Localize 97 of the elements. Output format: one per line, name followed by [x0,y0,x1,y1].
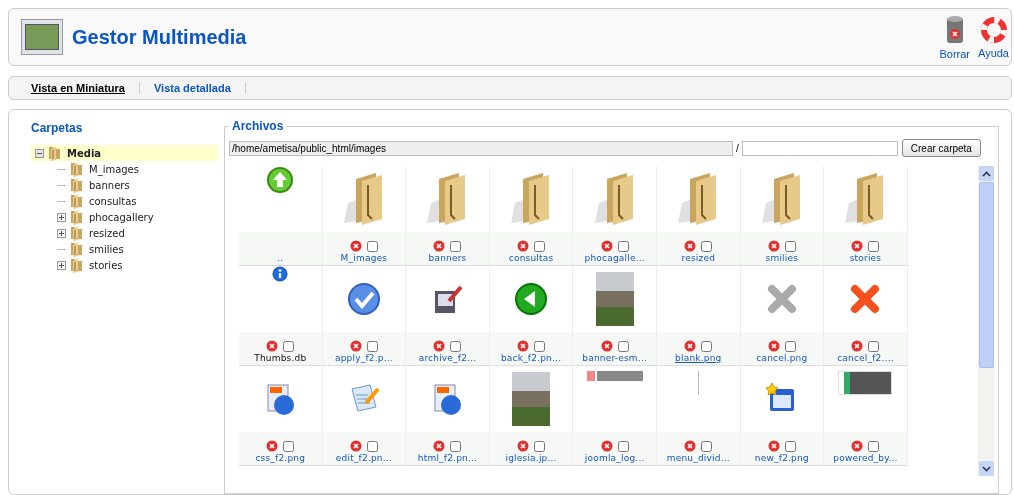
delete-icon[interactable] [349,440,362,452]
delete-icon[interactable] [851,240,864,252]
file-name[interactable]: iglesia.jp... [505,453,557,463]
delete-icon[interactable] [767,440,780,452]
delete-icon[interactable] [600,340,613,352]
file-checkbox[interactable] [450,440,462,452]
delete-icon[interactable] [517,440,530,452]
file-checkbox[interactable] [450,240,462,252]
file-checkbox[interactable] [784,340,796,352]
file-checkbox[interactable] [701,240,713,252]
file-name[interactable]: blank.png [675,353,722,363]
delete-icon[interactable] [684,440,697,452]
tree-item[interactable]: Media [31,145,218,161]
delete-button[interactable]: Borrar [939,14,970,60]
divider-thumbnail [697,371,699,395]
file-checkbox[interactable] [534,240,546,252]
delete-icon[interactable] [600,240,613,252]
tree-item[interactable]: stories [31,257,218,273]
delete-icon[interactable] [517,240,530,252]
delete-icon[interactable] [684,240,697,252]
file-name[interactable]: M_images [340,253,388,263]
file-name[interactable]: smilies [765,253,799,263]
tree-item[interactable]: phocagallery [31,209,218,225]
file-name[interactable]: stories [849,253,882,263]
help-button[interactable]: Ayuda [978,15,1009,59]
photo-placeholder [512,372,551,426]
delete-icon[interactable] [433,340,446,352]
tree-item[interactable]: resized [31,225,218,241]
file-checkbox[interactable] [617,340,629,352]
collapse-icon[interactable] [35,148,44,158]
delete-icon[interactable] [433,440,446,452]
file-checkbox[interactable] [450,340,462,352]
file-checkbox[interactable] [366,340,378,352]
delete-icon[interactable] [349,240,362,252]
delete-icon[interactable] [433,240,446,252]
file-checkbox[interactable] [868,440,880,452]
delete-icon[interactable] [517,340,530,352]
folder-name-field[interactable] [741,140,898,156]
delete-icon[interactable] [266,340,279,352]
tree-item[interactable]: banners [31,177,218,193]
scroll-down-button[interactable] [979,461,994,476]
checkmark-icon [345,281,382,317]
path-field[interactable]: /home/ametisa/public_html/images [229,140,733,156]
delete-icon[interactable] [767,340,780,352]
delete-icon[interactable] [349,340,362,352]
tree-item[interactable]: consultas [31,193,218,209]
file-checkbox[interactable] [701,440,713,452]
page-title: Gestor Multimedia [72,25,248,49]
view-tab[interactable]: Vista detallada [139,82,246,94]
file-checkbox[interactable] [366,240,378,252]
file-checkbox[interactable] [283,440,295,452]
file-checkbox[interactable] [868,240,880,252]
tree-item[interactable]: smilies [31,241,218,257]
scroll-up-button[interactable] [979,166,994,181]
file-checkbox[interactable] [534,340,546,352]
expand-icon[interactable] [57,260,66,270]
file-checkbox[interactable] [784,440,796,452]
file-name[interactable]: Thumbs.db [254,353,307,363]
file-name[interactable]: .. [277,253,284,263]
file-checkbox[interactable] [701,340,713,352]
view-tab[interactable]: Vista en Miniatura [23,82,140,94]
file-checkbox[interactable] [868,340,880,352]
delete-icon[interactable] [851,440,864,452]
scroll-thumb[interactable] [979,182,994,368]
file-name[interactable]: css_f2.png [255,453,306,463]
delete-icon[interactable] [266,440,279,452]
scrollbar[interactable] [978,166,994,476]
tree-item[interactable]: M_images [31,161,218,177]
life-ring-icon [979,15,1008,44]
delete-icon[interactable] [851,340,864,352]
delete-icon[interactable] [684,340,697,352]
path-separator: / [735,142,740,154]
create-folder-button[interactable]: Crear carpeta [901,139,981,157]
expand-icon[interactable] [57,212,66,222]
file-checkbox[interactable] [784,240,796,252]
section-title: Archivos [229,119,287,133]
file-name[interactable]: consultas [508,253,554,263]
delete-icon[interactable] [600,440,613,452]
file-checkbox[interactable] [617,240,629,252]
file-name[interactable]: resized [681,253,716,263]
file-checkbox[interactable] [283,340,295,352]
folder-icon [46,144,62,162]
photo-placeholder [595,272,634,326]
chevron-up-icon [982,170,991,177]
delete-icon[interactable] [767,240,780,252]
file-name[interactable]: cancel.png [756,353,808,363]
expand-icon[interactable] [57,228,66,238]
media-manager-icon [21,19,63,55]
file-checkbox[interactable] [534,440,546,452]
file-name[interactable]: banners [428,253,467,263]
badge-thumbnail [838,371,893,395]
section-title: Carpetas [31,121,84,135]
logo-thumbnail [586,371,643,381]
file-name[interactable]: new_f2.png [754,453,809,463]
file-checkbox[interactable] [366,440,378,452]
file-checkbox[interactable] [617,440,629,452]
chevron-down-icon [982,465,991,472]
